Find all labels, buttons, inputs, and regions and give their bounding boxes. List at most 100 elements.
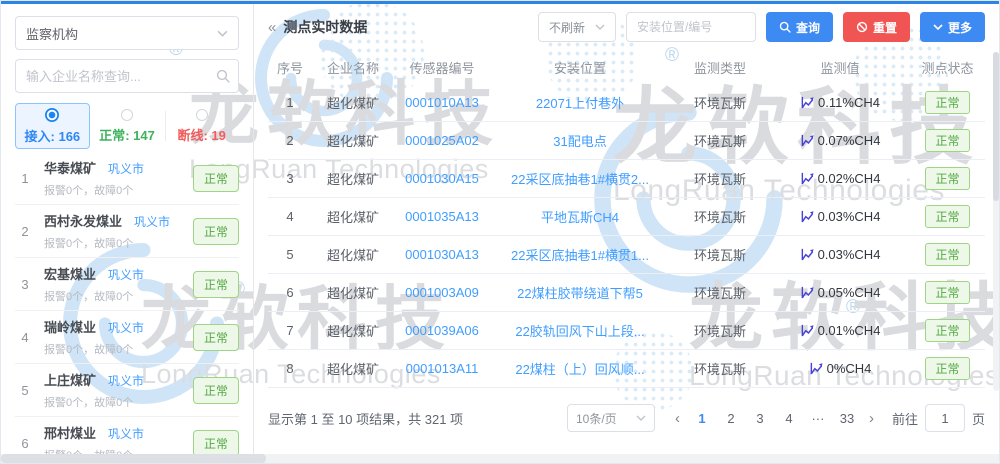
company-list-item[interactable]: 5 上庄煤矿巩义市 报警0个，故障0个 正常 xyxy=(15,364,239,417)
company-name: 西村永发煤业 xyxy=(44,211,122,230)
cell-location[interactable]: 22071上付巷外 xyxy=(490,93,670,112)
horizontal-scrollbar[interactable] xyxy=(1,454,999,463)
status-badge: 正常 xyxy=(193,430,239,457)
company-list-item[interactable]: 2 西村永发煤业巩义市 报警0个，故障0个 正常 xyxy=(15,205,239,258)
cell-location[interactable]: 平地瓦斯CH4 xyxy=(490,207,670,226)
more-button[interactable]: 更多 xyxy=(920,12,985,42)
table-row[interactable]: 8 超化煤矿 0001013A11 22煤柱（上）回风顺... 环境瓦斯 0%C… xyxy=(268,350,985,388)
stat-connected[interactable]: 接入166 xyxy=(15,103,90,149)
cell-monitor-type: 环境瓦斯 xyxy=(670,283,770,302)
cell-monitor-value: 0.03%CH4 xyxy=(770,247,910,262)
table-footer: 显示第 1 至 10 项结果，共 321 项 10条/页 ‹ 1 2 3 4 ·… xyxy=(268,404,985,432)
company-name: 宏基煤业 xyxy=(44,264,96,283)
table-body: 1 超化煤矿 0001010A13 22071上付巷外 环境瓦斯 0.11%CH… xyxy=(268,84,985,388)
status-badge: 正常 xyxy=(925,243,969,266)
cell-sensor-id[interactable]: 0001010A13 xyxy=(394,95,490,110)
cell-sensor-id[interactable]: 0001025A02 xyxy=(394,133,490,148)
stat-offline[interactable]: 断线19 xyxy=(164,103,239,149)
trend-chart-icon xyxy=(800,323,815,338)
radio-unselected-icon xyxy=(196,109,208,121)
status-badge: 正常 xyxy=(925,205,969,228)
cell-sensor-id[interactable]: 0001030A13 xyxy=(394,247,490,262)
cell-index: 1 xyxy=(268,95,312,110)
page-button[interactable]: 4 xyxy=(779,411,799,426)
col-index: 序号 xyxy=(268,58,312,77)
cell-status: 正常 xyxy=(910,281,985,304)
table-row[interactable]: 1 超化煤矿 0001010A13 22071上付巷外 环境瓦斯 0.11%CH… xyxy=(268,84,985,122)
company-list-item[interactable]: 1 华泰煤矿巩义市 报警0个，故障0个 正常 xyxy=(15,152,239,205)
trend-chart-icon xyxy=(800,209,815,224)
trend-chart-icon xyxy=(800,285,815,300)
scrollbar-thumb[interactable] xyxy=(993,52,999,201)
company-name: 华泰煤矿 xyxy=(44,158,96,177)
collapse-sidebar-icon[interactable]: « xyxy=(268,19,276,36)
page-button[interactable]: 33 xyxy=(837,411,857,426)
cell-sensor-id[interactable]: 0001030A15 xyxy=(394,171,490,186)
company-search-input[interactable] xyxy=(15,59,239,93)
cell-monitor-type: 环境瓦斯 xyxy=(670,131,770,150)
col-location: 安装位置 xyxy=(490,58,670,77)
cell-monitor-type: 环境瓦斯 xyxy=(670,321,770,340)
company-city-tag: 巩义市 xyxy=(108,372,144,389)
cell-index: 8 xyxy=(268,361,312,376)
page-button[interactable]: 1 xyxy=(692,411,712,426)
cell-monitor-value: 0.02%CH4 xyxy=(770,171,910,186)
cell-monitor-value: 0.11%CH4 xyxy=(770,95,910,110)
page-title: 测点实时数据 xyxy=(283,17,367,37)
scrollbar-thumb[interactable] xyxy=(1,454,266,463)
page-button[interactable]: 3 xyxy=(750,411,770,426)
stat-normal[interactable]: 正常147 xyxy=(90,103,165,149)
company-city-tag: 巩义市 xyxy=(108,425,144,442)
page-button[interactable]: 2 xyxy=(721,411,741,426)
cell-location[interactable]: 22采区底抽巷1#横贯1... xyxy=(490,245,670,264)
cell-index: 7 xyxy=(268,323,312,338)
cell-sensor-id[interactable]: 0001013A11 xyxy=(394,361,490,376)
cell-monitor-type: 环境瓦斯 xyxy=(670,169,770,188)
cell-location[interactable]: 22采区底抽巷1#横贯2... xyxy=(490,169,670,188)
cell-status: 正常 xyxy=(910,91,985,114)
cell-sensor-id[interactable]: 0001039A06 xyxy=(394,323,490,338)
company-summary: 报警0个，故障0个 xyxy=(44,394,193,410)
next-page-button[interactable]: › xyxy=(866,410,877,427)
location-filter-input[interactable] xyxy=(626,12,756,42)
goto-page-input[interactable] xyxy=(925,404,965,432)
cell-sensor-id[interactable]: 0001035A13 xyxy=(394,209,490,224)
vertical-scrollbar[interactable] xyxy=(993,52,999,391)
app-window: ® ® ® ® 龙软科技 LongRuan Technologies 龙软科技 … xyxy=(0,0,1000,464)
cell-monitor-type: 环境瓦斯 xyxy=(670,359,770,378)
top-accent-bar xyxy=(1,1,999,4)
company-list-item[interactable]: 3 宏基煤业巩义市 报警0个，故障0个 正常 xyxy=(15,258,239,311)
refresh-interval-select[interactable]: 不刷新 xyxy=(538,12,616,42)
status-badge: 正常 xyxy=(925,129,969,152)
cell-monitor-type: 环境瓦斯 xyxy=(670,207,770,226)
status-badge: 正常 xyxy=(193,218,239,245)
table-row[interactable]: 6 超化煤矿 0001003A09 22煤柱胶带绕道下帮5 环境瓦斯 0.05%… xyxy=(268,274,985,312)
cell-location[interactable]: 22煤柱（上）回风顺... xyxy=(490,359,670,378)
table-row[interactable]: 4 超化煤矿 0001035A13 平地瓦斯CH4 环境瓦斯 0.03%CH4 … xyxy=(268,198,985,236)
page-size-select[interactable]: 10条/页 xyxy=(567,404,655,432)
company-list-item[interactable]: 4 瑞岭煤业巩义市 报警0个，故障0个 正常 xyxy=(15,311,239,364)
reset-button[interactable]: 重置 xyxy=(843,12,910,42)
table-row[interactable]: 5 超化煤矿 0001030A13 22采区底抽巷1#横贯1... 环境瓦斯 0… xyxy=(268,236,985,274)
cell-status: 正常 xyxy=(910,205,985,228)
cell-location[interactable]: 31配电点 xyxy=(490,131,670,150)
prev-page-button[interactable]: ‹ xyxy=(672,410,683,427)
cell-monitor-value: 0.07%CH4 xyxy=(770,133,910,148)
search-icon xyxy=(216,69,230,83)
query-button[interactable]: 查询 xyxy=(766,12,833,42)
table-row[interactable]: 2 超化煤矿 0001025A02 31配电点 环境瓦斯 0.07%CH4 正常 xyxy=(268,122,985,160)
company-search xyxy=(15,59,239,93)
goto-label: 前往 xyxy=(892,409,918,428)
results-summary: 显示第 1 至 10 项结果，共 321 项 xyxy=(268,409,463,428)
company-city-tag: 巩义市 xyxy=(134,213,170,230)
cell-location[interactable]: 22胶轨回风下山上段... xyxy=(490,321,670,340)
table-row[interactable]: 3 超化煤矿 0001030A15 22采区底抽巷1#横贯2... 环境瓦斯 0… xyxy=(268,160,985,198)
table-row[interactable]: 7 超化煤矿 0001039A06 22胶轨回风下山上段... 环境瓦斯 0.0… xyxy=(268,312,985,350)
cell-sensor-id[interactable]: 0001003A09 xyxy=(394,285,490,300)
company-city-tag: 巩义市 xyxy=(108,160,144,177)
cell-location[interactable]: 22煤柱胶带绕道下帮5 xyxy=(490,283,670,302)
page-ellipsis[interactable]: ··· xyxy=(808,411,828,426)
company-name: 邢村煤业 xyxy=(44,423,96,442)
org-select[interactable]: 监察机构 xyxy=(15,16,239,50)
cell-company: 超化煤矿 xyxy=(312,131,394,150)
